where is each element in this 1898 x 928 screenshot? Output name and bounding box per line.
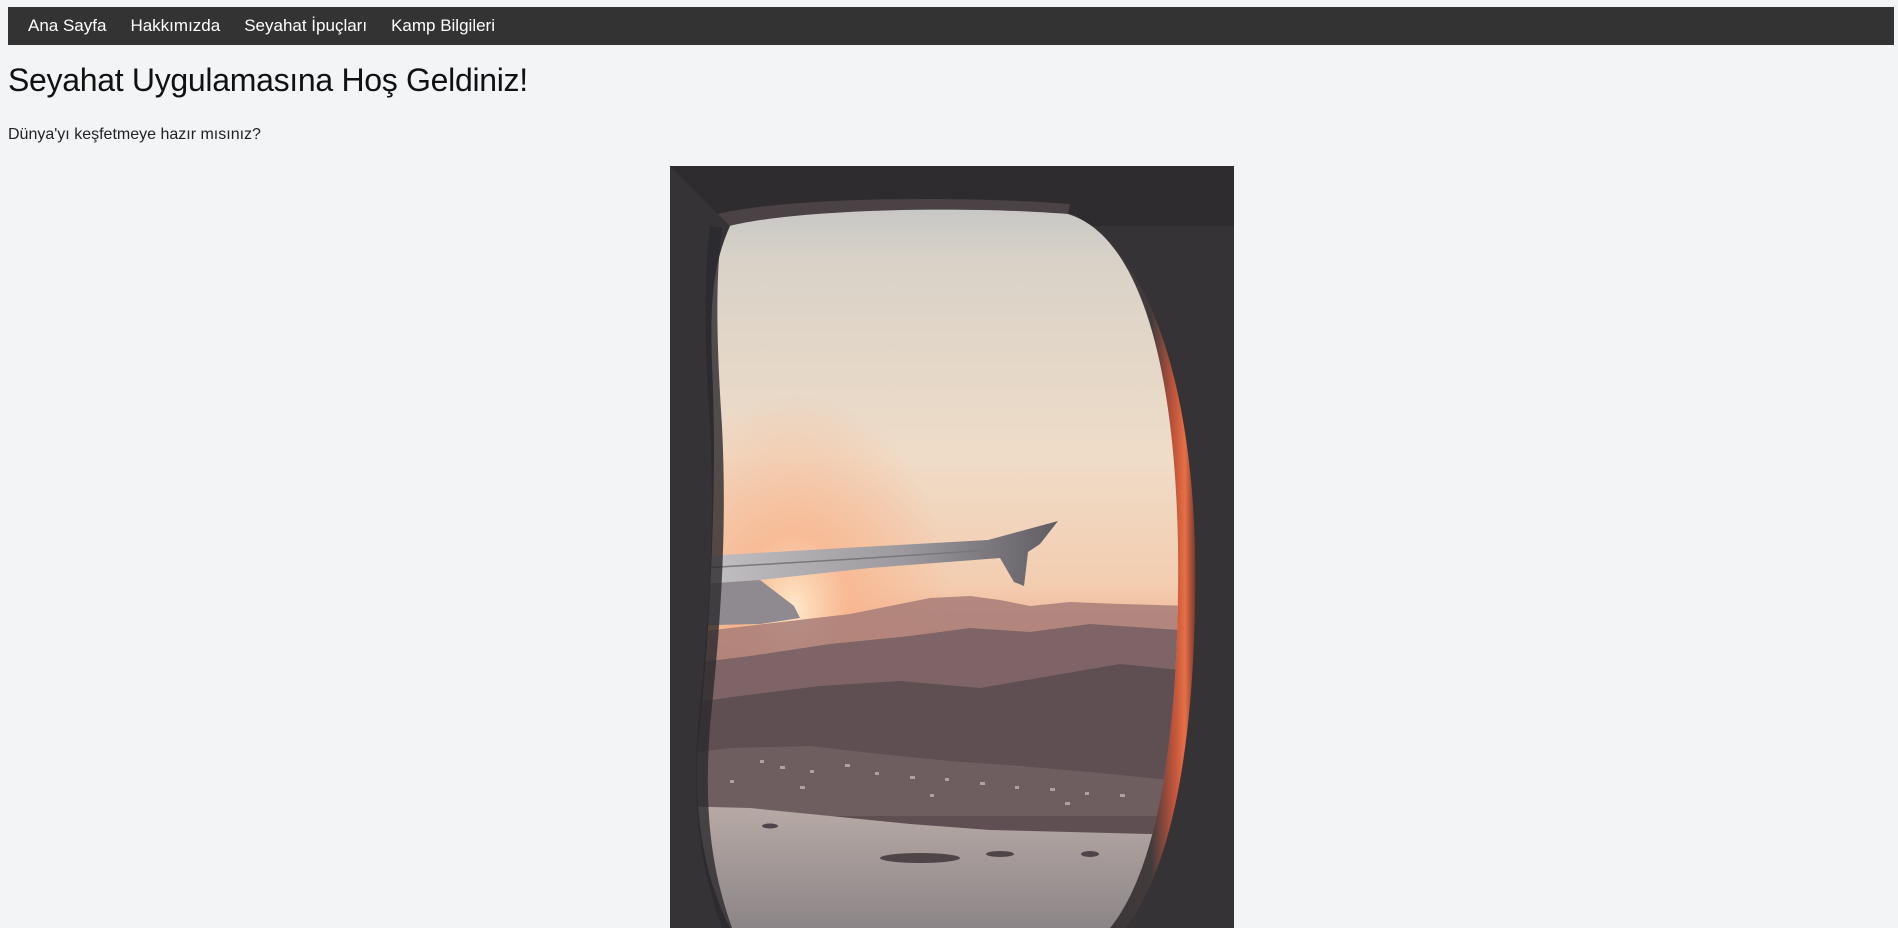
nav-link-hakkimizda[interactable]: Hakkımızda xyxy=(130,16,220,36)
page-title: Seyahat Uygulamasına Hoş Geldiniz! xyxy=(8,62,528,98)
nav-link-kamp-bilgileri[interactable]: Kamp Bilgileri xyxy=(391,16,495,36)
airplane-window-illustration xyxy=(670,166,1234,928)
nav-link-ana-sayfa[interactable]: Ana Sayfa xyxy=(28,16,106,36)
nav-link-seyahat-ipuclari[interactable]: Seyahat İpuçları xyxy=(244,16,367,36)
hero-image-airplane-window xyxy=(670,166,1234,928)
page-subtitle: Dünya'yı keşfetmeye hazır mısınız? xyxy=(8,126,261,143)
top-navbar: Ana Sayfa Hakkımızda Seyahat İpuçları Ka… xyxy=(8,7,1894,45)
